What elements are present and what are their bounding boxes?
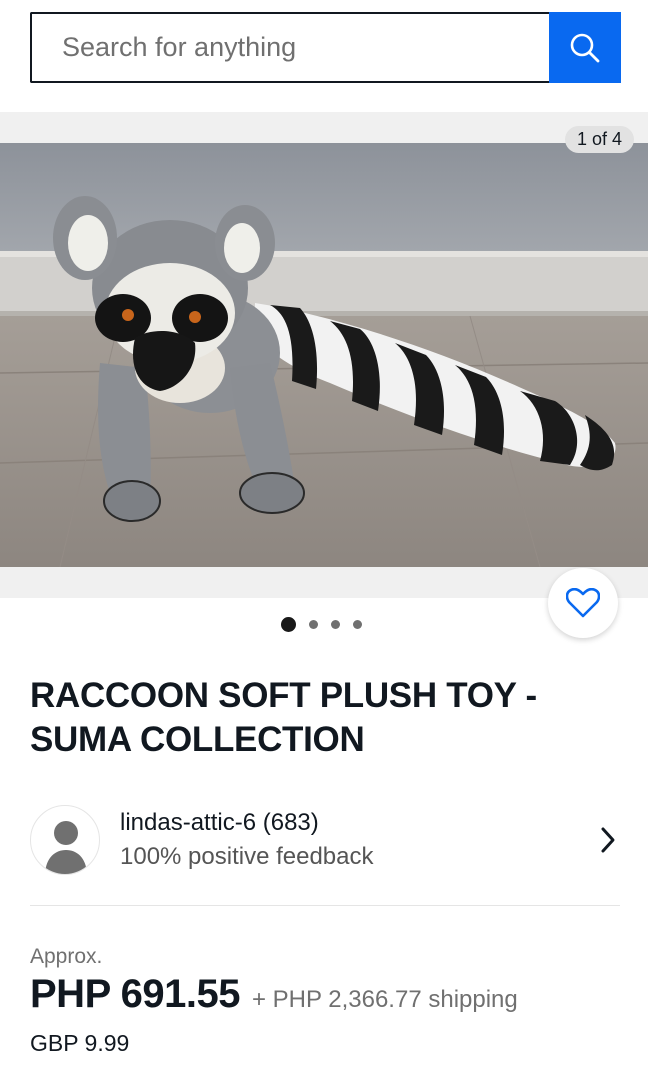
- approx-label: Approx.: [30, 945, 103, 968]
- price-row: PHP 691.55 + PHP 2,366.77 shipping: [30, 972, 518, 1017]
- original-price: GBP 9.99: [30, 1030, 130, 1056]
- seller-feedback: 100% positive feedback: [120, 843, 374, 870]
- listing-title: RACCOON SOFT PLUSH TOY - SUMA COLLECTION: [30, 676, 537, 759]
- seller-name[interactable]: lindas-attic-6 (683): [120, 806, 596, 840]
- pagination-dot-4[interactable]: [353, 620, 362, 629]
- price-main: PHP 691.55: [30, 972, 240, 1016]
- seller-row[interactable]: lindas-attic-6 (683) 100% positive feedb…: [30, 804, 620, 876]
- image-counter: 1 of 4: [564, 126, 634, 153]
- chevron-right-icon[interactable]: [596, 820, 620, 860]
- search-button[interactable]: [549, 12, 621, 83]
- seller-info: lindas-attic-6 (683) 100% positive feedb…: [120, 806, 596, 874]
- heart-outline-icon: [566, 588, 600, 618]
- search-input[interactable]: [30, 12, 549, 83]
- product-image[interactable]: [0, 143, 648, 567]
- divider: [30, 905, 620, 906]
- pagination-dot-2[interactable]: [309, 620, 318, 629]
- user-avatar-icon: [30, 805, 100, 875]
- pagination-dot-3[interactable]: [331, 620, 340, 629]
- lemur-plush-photo: [0, 143, 648, 567]
- image-gallery[interactable]: 1 of 4: [0, 112, 648, 598]
- shipping-cost: + PHP 2,366.77 shipping: [251, 986, 518, 1013]
- pagination-dot-1[interactable]: [281, 617, 296, 632]
- search-icon: [570, 33, 600, 62]
- gallery-pagination: [281, 617, 362, 632]
- watchlist-heart-button[interactable]: [548, 568, 618, 638]
- search-bar: [30, 12, 621, 83]
